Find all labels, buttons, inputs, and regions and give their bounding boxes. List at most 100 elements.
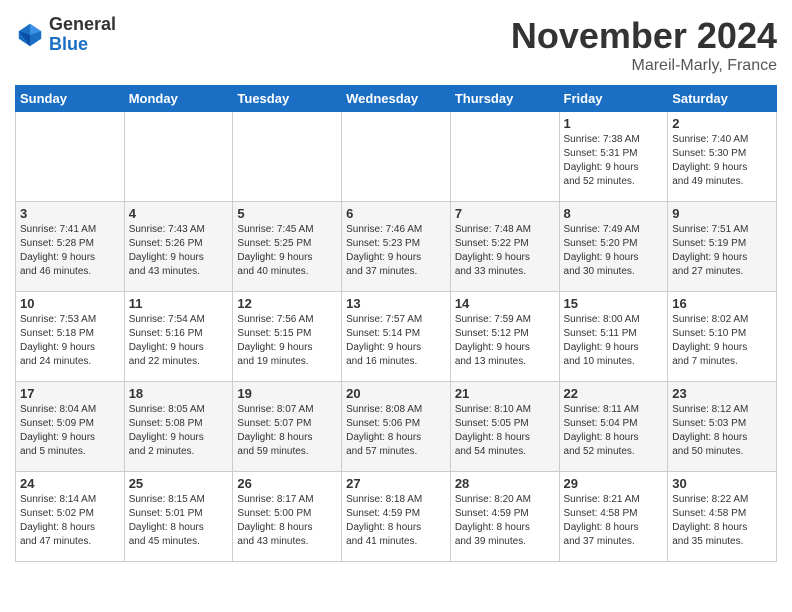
calendar-day-cell: 5 Sunrise: 7:45 AM Sunset: 5:25 PM Daylig… — [233, 202, 342, 292]
day-number: 15 — [564, 296, 664, 311]
calendar-day-cell: 25 Sunrise: 8:15 AM Sunset: 5:01 PM Dayli… — [124, 472, 233, 562]
calendar-day-cell: 29 Sunrise: 8:21 AM Sunset: 4:58 PM Dayli… — [559, 472, 668, 562]
day-info: Sunrise: 8:22 AM Sunset: 4:58 PM Dayligh… — [672, 493, 772, 549]
calendar-day-cell: 17 Sunrise: 8:04 AM Sunset: 5:09 PM Dayli… — [16, 382, 125, 472]
calendar-day-cell — [342, 112, 451, 202]
day-number: 3 — [20, 206, 120, 221]
day-number: 10 — [20, 296, 120, 311]
day-info: Sunrise: 8:00 AM Sunset: 5:11 PM Dayligh… — [564, 313, 664, 369]
day-info: Sunrise: 8:12 AM Sunset: 5:03 PM Dayligh… — [672, 403, 772, 459]
day-number: 26 — [237, 476, 337, 491]
calendar-day-cell: 1Sunrise: 7:38 AM Sunset: 5:31 PM Daylig… — [559, 112, 668, 202]
logo-blue-text: Blue — [49, 35, 116, 55]
calendar-day-cell — [16, 112, 125, 202]
header-row: SundayMondayTuesdayWednesdayThursdayFrid… — [16, 86, 777, 112]
day-number: 22 — [564, 386, 664, 401]
page-header: General Blue November 2024 Mareil-Marly,… — [15, 15, 777, 75]
day-info: Sunrise: 8:15 AM Sunset: 5:01 PM Dayligh… — [129, 493, 229, 549]
logo-general-text: General — [49, 15, 116, 35]
logo-icon — [15, 20, 45, 50]
day-of-week-header: Wednesday — [342, 86, 451, 112]
calendar-day-cell: 4 Sunrise: 7:43 AM Sunset: 5:26 PM Daylig… — [124, 202, 233, 292]
calendar-day-cell — [450, 112, 559, 202]
day-of-week-header: Thursday — [450, 86, 559, 112]
calendar-day-cell: 16Sunrise: 8:02 AM Sunset: 5:10 PM Dayli… — [668, 292, 777, 382]
calendar-day-cell: 2 Sunrise: 7:40 AM Sunset: 5:30 PM Daylig… — [668, 112, 777, 202]
calendar-day-cell — [124, 112, 233, 202]
day-info: Sunrise: 8:18 AM Sunset: 4:59 PM Dayligh… — [346, 493, 446, 549]
day-info: Sunrise: 8:08 AM Sunset: 5:06 PM Dayligh… — [346, 403, 446, 459]
calendar-day-cell: 11Sunrise: 7:54 AM Sunset: 5:16 PM Dayli… — [124, 292, 233, 382]
day-number: 29 — [564, 476, 664, 491]
day-info: Sunrise: 7:49 AM Sunset: 5:20 PM Dayligh… — [564, 223, 664, 279]
calendar-day-cell — [233, 112, 342, 202]
calendar-week-row: 3Sunrise: 7:41 AM Sunset: 5:28 PM Daylig… — [16, 202, 777, 292]
day-number: 8 — [564, 206, 664, 221]
day-info: Sunrise: 8:10 AM Sunset: 5:05 PM Dayligh… — [455, 403, 555, 459]
day-of-week-header: Tuesday — [233, 86, 342, 112]
day-number: 27 — [346, 476, 446, 491]
day-number: 25 — [129, 476, 229, 491]
calendar-week-row: 17 Sunrise: 8:04 AM Sunset: 5:09 PM Dayli… — [16, 382, 777, 472]
day-number: 18 — [129, 386, 229, 401]
day-info: Sunrise: 7:40 AM Sunset: 5:30 PM Dayligh… — [672, 133, 772, 189]
calendar-day-cell: 22Sunrise: 8:11 AM Sunset: 5:04 PM Dayli… — [559, 382, 668, 472]
location-title: Mareil-Marly, France — [511, 57, 777, 75]
day-number: 21 — [455, 386, 555, 401]
day-number: 13 — [346, 296, 446, 311]
calendar-day-cell: 20 Sunrise: 8:08 AM Sunset: 5:06 PM Dayli… — [342, 382, 451, 472]
day-number: 12 — [237, 296, 337, 311]
calendar-day-cell: 9Sunrise: 7:51 AM Sunset: 5:19 PM Daylig… — [668, 202, 777, 292]
day-info: Sunrise: 7:45 AM Sunset: 5:25 PM Dayligh… — [237, 223, 337, 279]
day-of-week-header: Monday — [124, 86, 233, 112]
calendar-day-cell: 21 Sunrise: 8:10 AM Sunset: 5:05 PM Dayli… — [450, 382, 559, 472]
day-info: Sunrise: 8:21 AM Sunset: 4:58 PM Dayligh… — [564, 493, 664, 549]
day-info: Sunrise: 8:20 AM Sunset: 4:59 PM Dayligh… — [455, 493, 555, 549]
day-number: 5 — [237, 206, 337, 221]
day-info: Sunrise: 7:46 AM Sunset: 5:23 PM Dayligh… — [346, 223, 446, 279]
day-info: Sunrise: 7:43 AM Sunset: 5:26 PM Dayligh… — [129, 223, 229, 279]
calendar-day-cell: 19Sunrise: 8:07 AM Sunset: 5:07 PM Dayli… — [233, 382, 342, 472]
day-number: 7 — [455, 206, 555, 221]
calendar-body: 1Sunrise: 7:38 AM Sunset: 5:31 PM Daylig… — [16, 112, 777, 562]
calendar-day-cell: 28 Sunrise: 8:20 AM Sunset: 4:59 PM Dayli… — [450, 472, 559, 562]
day-of-week-header: Sunday — [16, 86, 125, 112]
day-number: 23 — [672, 386, 772, 401]
day-info: Sunrise: 7:54 AM Sunset: 5:16 PM Dayligh… — [129, 313, 229, 369]
calendar-week-row: 1Sunrise: 7:38 AM Sunset: 5:31 PM Daylig… — [16, 112, 777, 202]
day-info: Sunrise: 8:04 AM Sunset: 5:09 PM Dayligh… — [20, 403, 120, 459]
day-number: 6 — [346, 206, 446, 221]
calendar-week-row: 10 Sunrise: 7:53 AM Sunset: 5:18 PM Dayli… — [16, 292, 777, 382]
day-number: 28 — [455, 476, 555, 491]
day-number: 14 — [455, 296, 555, 311]
day-number: 16 — [672, 296, 772, 311]
day-number: 4 — [129, 206, 229, 221]
calendar-day-cell: 6 Sunrise: 7:46 AM Sunset: 5:23 PM Daylig… — [342, 202, 451, 292]
day-of-week-header: Saturday — [668, 86, 777, 112]
calendar-day-cell: 14Sunrise: 7:59 AM Sunset: 5:12 PM Dayli… — [450, 292, 559, 382]
day-number: 20 — [346, 386, 446, 401]
calendar-day-cell: 7Sunrise: 7:48 AM Sunset: 5:22 PM Daylig… — [450, 202, 559, 292]
day-info: Sunrise: 8:05 AM Sunset: 5:08 PM Dayligh… — [129, 403, 229, 459]
calendar-week-row: 24Sunrise: 8:14 AM Sunset: 5:02 PM Dayli… — [16, 472, 777, 562]
day-info: Sunrise: 7:57 AM Sunset: 5:14 PM Dayligh… — [346, 313, 446, 369]
calendar-day-cell: 8 Sunrise: 7:49 AM Sunset: 5:20 PM Daylig… — [559, 202, 668, 292]
day-info: Sunrise: 8:17 AM Sunset: 5:00 PM Dayligh… — [237, 493, 337, 549]
calendar-day-cell: 15 Sunrise: 8:00 AM Sunset: 5:11 PM Dayli… — [559, 292, 668, 382]
day-number: 17 — [20, 386, 120, 401]
month-title: November 2024 — [511, 15, 777, 57]
calendar-day-cell: 3Sunrise: 7:41 AM Sunset: 5:28 PM Daylig… — [16, 202, 125, 292]
calendar-day-cell: 30Sunrise: 8:22 AM Sunset: 4:58 PM Dayli… — [668, 472, 777, 562]
day-info: Sunrise: 7:38 AM Sunset: 5:31 PM Dayligh… — [564, 133, 664, 189]
calendar-table: SundayMondayTuesdayWednesdayThursdayFrid… — [15, 85, 777, 562]
day-info: Sunrise: 7:53 AM Sunset: 5:18 PM Dayligh… — [20, 313, 120, 369]
day-info: Sunrise: 7:51 AM Sunset: 5:19 PM Dayligh… — [672, 223, 772, 279]
day-of-week-header: Friday — [559, 86, 668, 112]
calendar-day-cell: 27 Sunrise: 8:18 AM Sunset: 4:59 PM Dayli… — [342, 472, 451, 562]
day-info: Sunrise: 8:07 AM Sunset: 5:07 PM Dayligh… — [237, 403, 337, 459]
title-area: November 2024 Mareil-Marly, France — [511, 15, 777, 75]
calendar-day-cell: 13 Sunrise: 7:57 AM Sunset: 5:14 PM Dayli… — [342, 292, 451, 382]
calendar-day-cell: 12Sunrise: 7:56 AM Sunset: 5:15 PM Dayli… — [233, 292, 342, 382]
day-number: 2 — [672, 116, 772, 131]
calendar-day-cell: 24Sunrise: 8:14 AM Sunset: 5:02 PM Dayli… — [16, 472, 125, 562]
